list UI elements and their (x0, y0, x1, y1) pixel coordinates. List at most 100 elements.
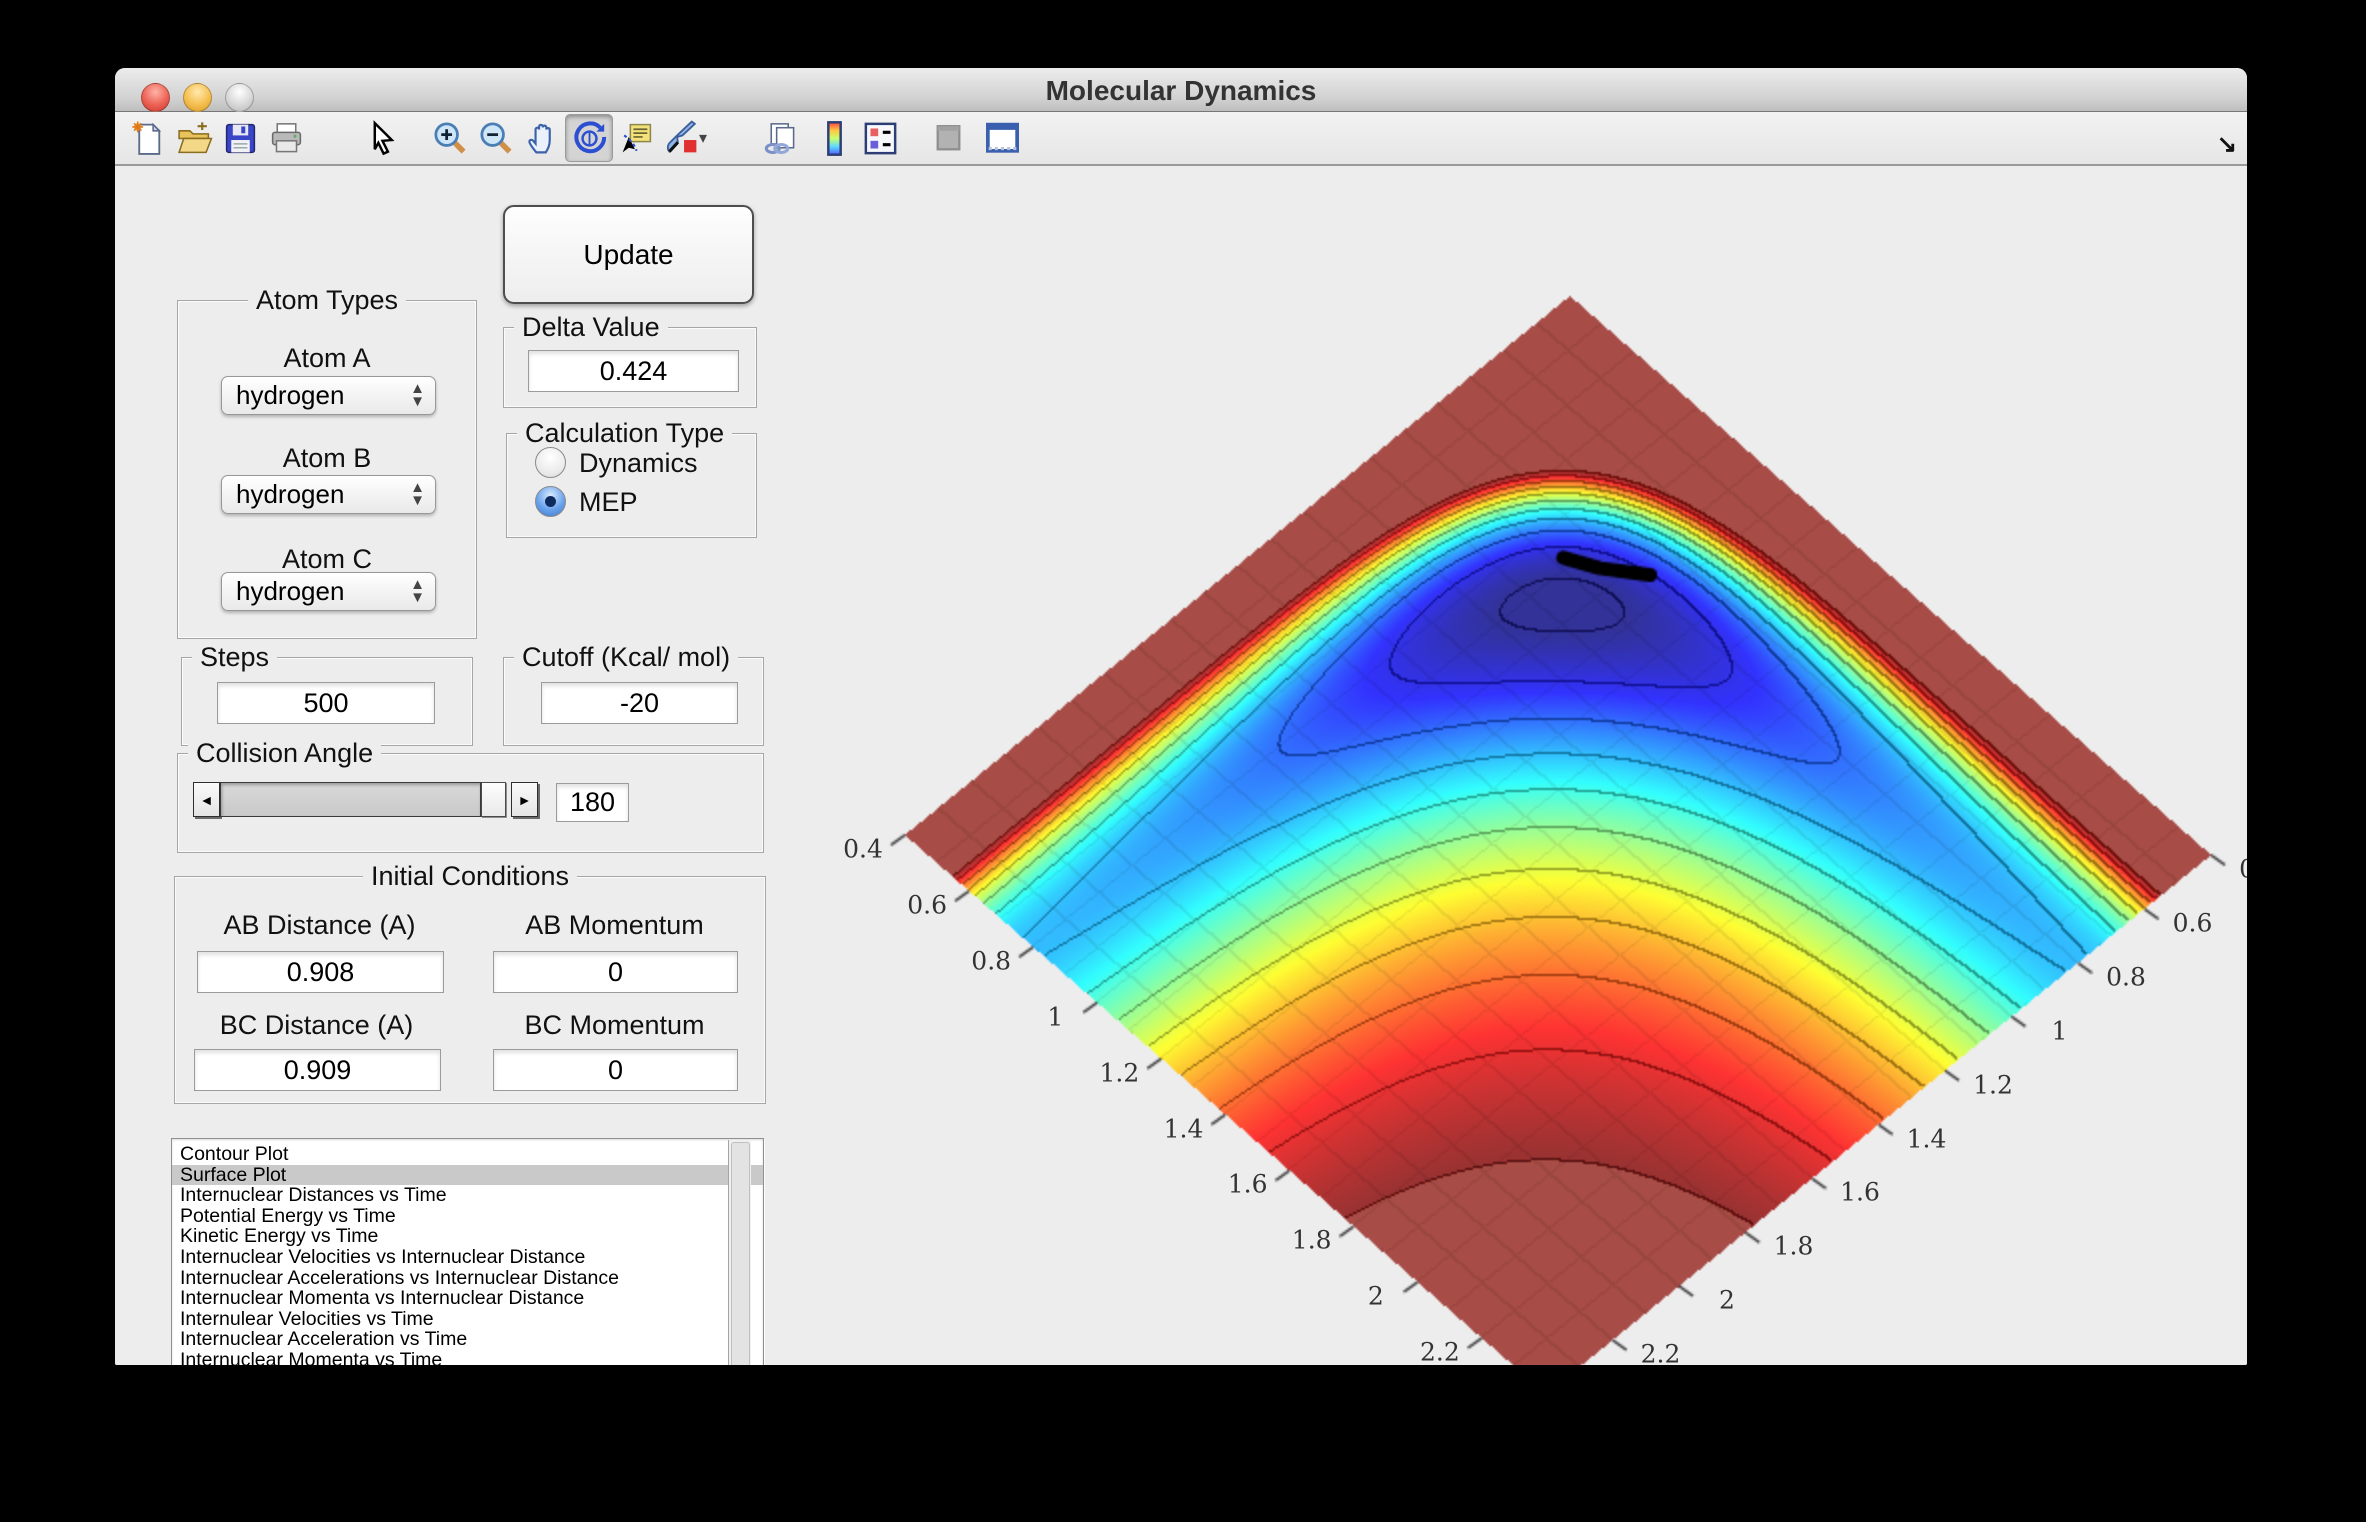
atom-a-label: Atom A (178, 343, 476, 374)
delta-value-panel: Delta Value 0.424 (503, 327, 757, 408)
disabled-square-icon (930, 120, 967, 157)
rotate-3d-tool-button[interactable] (565, 114, 613, 162)
zoom-in-tool-button[interactable] (427, 115, 473, 161)
steps-field[interactable]: 500 (217, 682, 435, 724)
hide-plot-tools-button[interactable] (925, 115, 971, 161)
cursor-arrow-icon (364, 120, 401, 157)
list-item[interactable]: Internuclear Velocities vs Internuclear … (172, 1247, 763, 1268)
bc-momentum-label: BC Momentum (493, 1010, 736, 1041)
link-plots-icon (762, 120, 799, 157)
slider-track[interactable] (220, 782, 481, 817)
listbox-scrollbar-thumb[interactable] (731, 1142, 750, 1365)
listbox-scrollbar[interactable] (728, 1140, 751, 1365)
cutoff-panel: Cutoff (Kcal/ mol) -20 (503, 657, 764, 746)
bc-distance-label: BC Distance (A) (194, 1010, 439, 1041)
legend-icon (862, 120, 899, 157)
title-bar[interactable]: Molecular Dynamics (115, 68, 2247, 112)
open-file-button[interactable] (171, 115, 217, 161)
atom-types-title: Atom Types (248, 285, 406, 316)
slider-thumb[interactable] (481, 782, 506, 817)
calculation-type-title: Calculation Type (517, 418, 732, 449)
insert-legend-button[interactable] (857, 115, 903, 161)
window-title: Molecular Dynamics (115, 75, 2247, 107)
collision-angle-panel: Collision Angle ◄ ► 180 (177, 753, 764, 853)
brush-dropdown-arrow-icon[interactable]: ▾ (699, 128, 707, 148)
initial-conditions-title: Initial Conditions (363, 861, 577, 892)
list-item[interactable]: Internuclear Momenta vs Internuclear Dis… (172, 1288, 763, 1309)
slider-increment-button[interactable]: ► (511, 782, 538, 817)
popup-arrows-icon: ▲▼ (410, 382, 425, 408)
zoom-out-tool-button[interactable] (473, 115, 519, 161)
plot-type-listbox[interactable]: Contour PlotSurface PlotInternuclear Dis… (171, 1138, 764, 1365)
list-item[interactable]: Contour Plot (172, 1144, 763, 1165)
popup-arrows-icon: ▲▼ (410, 578, 425, 604)
list-item[interactable]: Internuclear Momenta vs Time (172, 1350, 763, 1365)
cutoff-field[interactable]: -20 (541, 682, 738, 724)
dynamics-radio[interactable] (535, 447, 566, 478)
mep-radio-label: MEP (579, 487, 638, 518)
atom-a-value: hydrogen (236, 380, 344, 411)
printer-icon (268, 120, 305, 157)
delta-value-field[interactable]: 0.424 (528, 350, 739, 392)
save-floppy-icon (222, 120, 259, 157)
plot-tools-dock-icon (984, 120, 1021, 157)
atom-b-popup[interactable]: hydrogen ▲▼ (221, 475, 436, 514)
list-item[interactable]: Internuclear Acceleration vs Time (172, 1329, 763, 1350)
pointer-tool-button[interactable] (359, 115, 405, 161)
update-button[interactable]: Update (503, 205, 754, 304)
atom-a-popup[interactable]: hydrogen ▲▼ (221, 376, 436, 415)
figure-content: A-B bond distance (Å) B-C bond distance … (115, 168, 2247, 1365)
atom-c-value: hydrogen (236, 576, 344, 607)
list-item[interactable]: Internuclear Accelerations vs Internucle… (172, 1268, 763, 1289)
popup-arrows-icon: ▲▼ (410, 481, 425, 507)
collision-angle-title: Collision Angle (188, 738, 381, 769)
delta-value-title: Delta Value (514, 312, 668, 343)
desktop: Molecular Dynamics (0, 0, 2366, 1522)
plot-type-list: Contour PlotSurface PlotInternuclear Dis… (172, 1139, 763, 1365)
save-figure-button[interactable] (217, 115, 263, 161)
figure-toolbar: ▾ ↘ (115, 112, 2247, 166)
pan-hand-icon (524, 120, 561, 157)
ab-distance-field[interactable]: 0.908 (197, 951, 444, 993)
list-item[interactable]: Internulear Velocities vs Time (172, 1309, 763, 1330)
link-plots-button[interactable] (757, 115, 803, 161)
list-item[interactable]: Kinetic Energy vs Time (172, 1226, 763, 1247)
ab-distance-label: AB Distance (A) (197, 910, 442, 941)
open-folder-icon (176, 120, 213, 157)
show-plot-tools-button[interactable] (979, 115, 1025, 161)
toolbar-overflow-icon[interactable]: ↘ (2217, 130, 2237, 159)
molecular-dynamics-window: Molecular Dynamics (115, 68, 2247, 1365)
zoom-in-icon (432, 120, 469, 157)
ab-momentum-field[interactable]: 0 (493, 951, 738, 993)
surface-plot-canvas[interactable] (775, 268, 2247, 1365)
calculation-type-panel: Calculation Type Dynamics MEP (506, 433, 757, 538)
data-cursor-icon (618, 120, 655, 157)
mep-radio[interactable] (535, 486, 566, 517)
bc-momentum-field[interactable]: 0 (493, 1049, 738, 1091)
insert-colorbar-button[interactable] (811, 115, 857, 161)
dynamics-radio-label: Dynamics (579, 448, 698, 479)
ab-momentum-label: AB Momentum (493, 910, 736, 941)
atom-b-value: hydrogen (236, 479, 344, 510)
new-figure-button[interactable] (125, 115, 171, 161)
print-figure-button[interactable] (263, 115, 309, 161)
atom-c-label: Atom C (178, 544, 476, 575)
zoom-out-icon (478, 120, 515, 157)
steps-panel: Steps 500 (181, 657, 473, 746)
slider-decrement-button[interactable]: ◄ (193, 782, 220, 817)
atom-b-label: Atom B (178, 443, 476, 474)
data-cursor-tool-button[interactable] (613, 115, 659, 161)
pan-tool-button[interactable] (519, 115, 565, 161)
steps-title: Steps (192, 642, 277, 673)
collision-angle-field[interactable]: 180 (556, 783, 629, 822)
list-item[interactable]: Potential Energy vs Time (172, 1206, 763, 1227)
initial-conditions-panel: Initial Conditions AB Distance (A) 0.908… (174, 876, 766, 1104)
colorbar-icon (816, 120, 853, 157)
rotate-3d-icon (571, 120, 608, 157)
bc-distance-field[interactable]: 0.909 (194, 1049, 441, 1091)
list-item[interactable]: Surface Plot (172, 1165, 763, 1186)
atom-c-popup[interactable]: hydrogen ▲▼ (221, 572, 436, 611)
list-item[interactable]: Internuclear Distances vs Time (172, 1185, 763, 1206)
brush-icon (664, 120, 701, 157)
atom-types-panel: Atom Types Atom A hydrogen ▲▼ Atom B hyd… (177, 300, 477, 639)
